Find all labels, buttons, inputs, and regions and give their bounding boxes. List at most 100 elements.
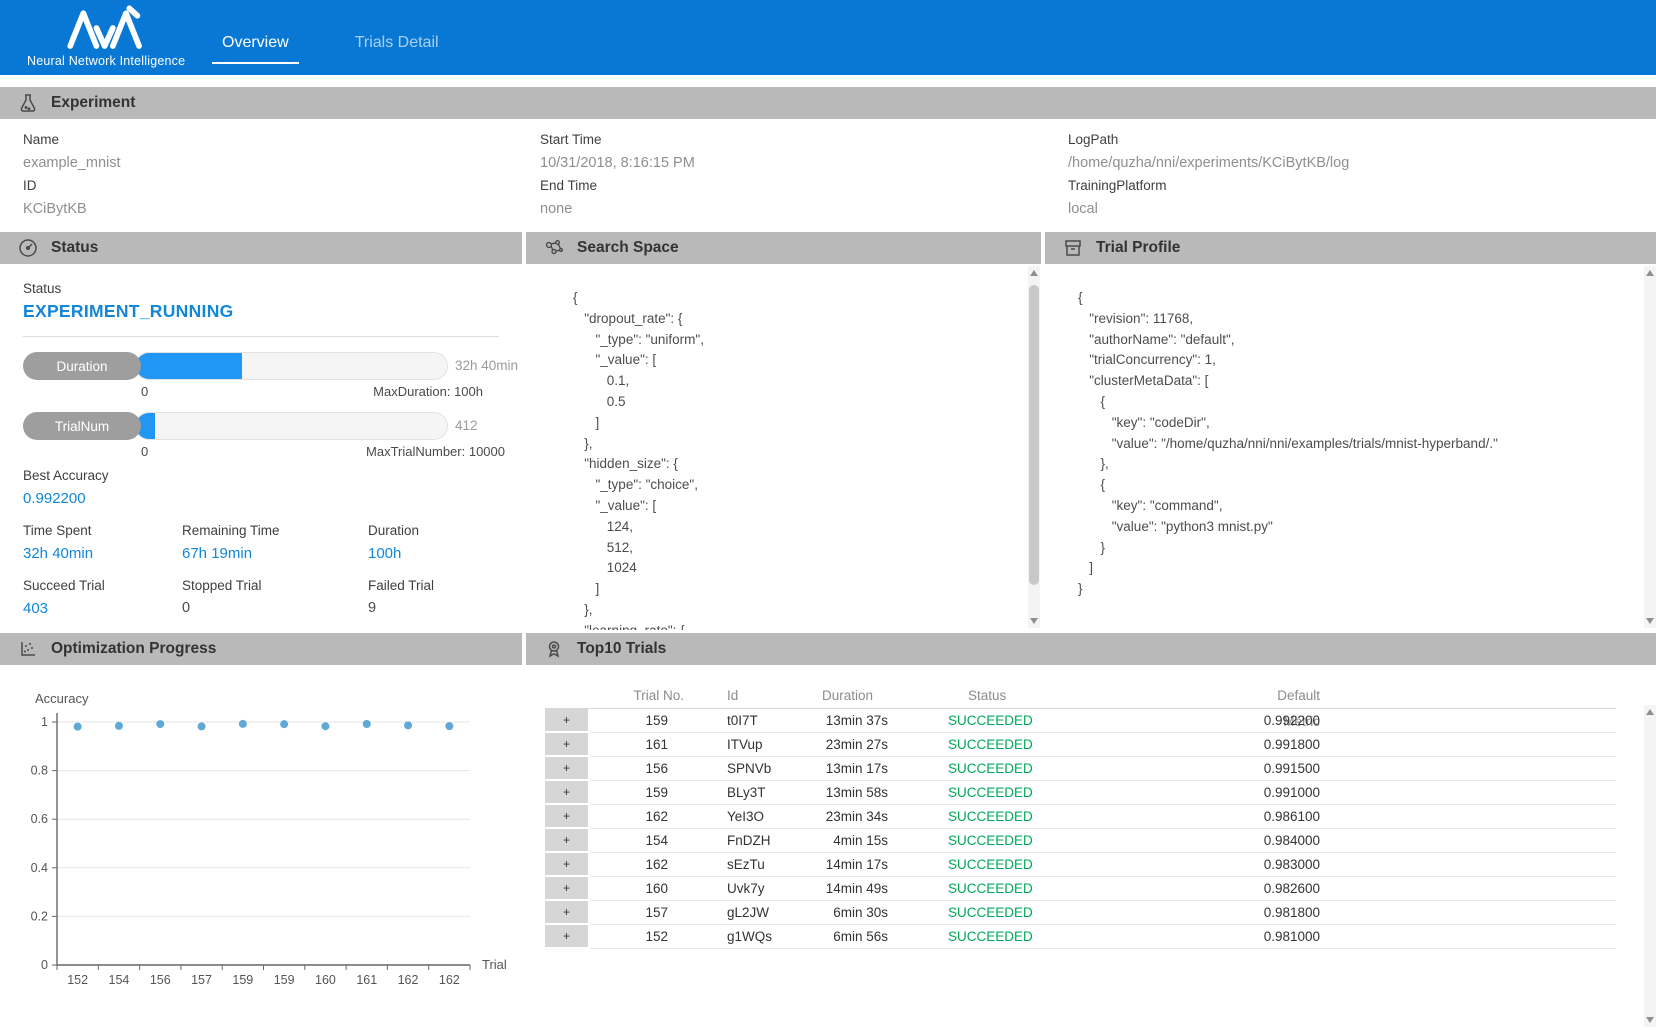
accuracy-scatter-chart: Accuracy00.20.40.60.81152154156157159159… xyxy=(0,665,522,1010)
table-row: +160Uvk7y14min 49sSUCCEEDED0.982600 xyxy=(545,877,1616,901)
trial-no-cell: 159 xyxy=(590,781,668,805)
nav-tabs: Overview Trials Detail xyxy=(212,28,449,64)
search-space-section-title: Search Space xyxy=(577,239,679,257)
expand-row-button[interactable]: + xyxy=(545,877,590,901)
duration-bar-max: MaxDuration: 100h xyxy=(283,384,483,399)
stopped-trial-label: Stopped Trial xyxy=(182,578,262,593)
table-row: +152g1WQs6min 56sSUCCEEDED0.981000 xyxy=(545,925,1616,949)
trial-no-cell: 156 xyxy=(590,757,668,781)
default-metric-cell: 0.986100 xyxy=(1248,805,1320,829)
succeed-trial-value: 403 xyxy=(23,600,48,617)
status-cell: SUCCEEDED xyxy=(888,925,1248,949)
best-accuracy-label: Best Accuracy xyxy=(23,468,109,483)
experiment-id-value: KCiBytKB xyxy=(23,201,87,217)
expand-row-button[interactable]: + xyxy=(545,733,590,757)
status-cell: SUCCEEDED xyxy=(888,829,1248,853)
trial-profile-section-header: Trial Profile xyxy=(1045,232,1656,264)
scatter-point xyxy=(321,722,329,730)
trial-profile-scrollbar[interactable] xyxy=(1644,266,1656,628)
trial-id-cell: SPNVb xyxy=(668,757,788,781)
y-tick-label: 0.8 xyxy=(31,764,48,778)
search-space-scrollbar[interactable] xyxy=(1028,266,1040,628)
filler-cell xyxy=(1320,901,1616,925)
trial-id-cell: YeI3O xyxy=(668,805,788,829)
expand-row-button[interactable]: + xyxy=(545,709,590,733)
stopped-trial-value: 0 xyxy=(182,600,190,616)
tab-overview[interactable]: Overview xyxy=(212,28,299,64)
table-row: +162YeI3O23min 34sSUCCEEDED0.986100 xyxy=(545,805,1616,829)
top10-trials-section-title: Top10 Trials xyxy=(577,640,666,658)
time-spent-value: 32h 40min xyxy=(23,545,93,562)
x-axis-title: Trial xyxy=(482,957,507,972)
end-time-value: none xyxy=(540,201,572,217)
expand-row-button[interactable]: + xyxy=(545,829,590,853)
search-space-content: { "dropout_rate": { "_type": "uniform", … xyxy=(526,264,1026,630)
medal-icon xyxy=(544,639,564,659)
trial-no-cell: 157 xyxy=(590,901,668,925)
trialnum-bar-track xyxy=(135,412,448,440)
expand-row-button[interactable]: + xyxy=(545,925,590,949)
filler-cell xyxy=(1320,805,1616,829)
duration-cell: 14min 49s xyxy=(788,877,888,901)
trial-id-cell: Uvk7y xyxy=(668,877,788,901)
y-tick-label: 0.6 xyxy=(31,812,48,826)
scroll-up-arrow-icon[interactable] xyxy=(1028,266,1040,280)
scroll-down-arrow-icon[interactable] xyxy=(1028,614,1040,628)
network-graph-icon xyxy=(544,238,564,258)
expand-row-button[interactable]: + xyxy=(545,757,590,781)
trial-id-cell: ITVup xyxy=(668,733,788,757)
top10-trials-section-header: Top10 Trials xyxy=(526,633,1656,665)
scroll-down-arrow-icon[interactable] xyxy=(1644,1013,1656,1027)
trial-id-cell: g1WQs xyxy=(668,925,788,949)
y-axis-title: Accuracy xyxy=(35,691,89,706)
x-tick-label: 161 xyxy=(356,973,377,987)
filler-cell xyxy=(1320,757,1616,781)
scatter-point xyxy=(445,722,453,730)
trial-id-cell: gL2JW xyxy=(668,901,788,925)
default-metric-cell: 0.981800 xyxy=(1248,901,1320,925)
filler-cell xyxy=(1320,829,1616,853)
expand-row-button[interactable]: + xyxy=(545,853,590,877)
table-row: +154FnDZH4min 15sSUCCEEDED0.984000 xyxy=(545,829,1616,853)
tab-trials-detail[interactable]: Trials Detail xyxy=(345,28,449,64)
y-tick-label: 0 xyxy=(41,958,48,972)
filler-cell xyxy=(1320,853,1616,877)
expand-row-button[interactable]: + xyxy=(545,805,590,829)
top10-scrollbar[interactable] xyxy=(1644,705,1656,1027)
filler-cell xyxy=(1320,877,1616,901)
default-metric-cell: 0.982600 xyxy=(1248,877,1320,901)
nni-overview-page: { "navbar": { "brand": "Neural Network I… xyxy=(0,0,1656,1030)
top-navbar: Neural Network Intelligence Overview Tri… xyxy=(0,0,1656,75)
experiment-name-value: example_mnist xyxy=(23,155,121,171)
default-metric-cell: 0.991800 xyxy=(1248,733,1320,757)
duration-cell: 6min 30s xyxy=(788,901,888,925)
search-space-scroll-thumb[interactable] xyxy=(1029,285,1039,585)
scroll-up-arrow-icon[interactable] xyxy=(1644,266,1656,280)
duration-bar-min: 0 xyxy=(141,384,148,399)
y-tick-label: 0.4 xyxy=(31,861,48,875)
scroll-up-arrow-icon[interactable] xyxy=(1644,705,1656,719)
trial-no-cell: 161 xyxy=(590,733,668,757)
status-label: Status xyxy=(23,281,61,296)
training-platform-value: local xyxy=(1068,201,1098,217)
experiment-id-label: ID xyxy=(23,178,37,193)
trialnum-bar-value: 412 xyxy=(455,412,478,440)
flask-icon xyxy=(18,93,38,113)
succeed-trial-label: Succeed Trial xyxy=(23,578,105,593)
scroll-down-arrow-icon[interactable] xyxy=(1644,614,1656,628)
duration-bar-track xyxy=(135,352,448,380)
expand-row-button[interactable]: + xyxy=(545,781,590,805)
expand-row-button[interactable]: + xyxy=(545,901,590,925)
status-cell: SUCCEEDED xyxy=(888,901,1248,925)
duration-cell: 13min 58s xyxy=(788,781,888,805)
default-metric-cell: 0.981000 xyxy=(1248,925,1320,949)
duration-cell: 14min 17s xyxy=(788,853,888,877)
x-tick-label: 160 xyxy=(315,973,336,987)
failed-trial-value: 9 xyxy=(368,600,376,616)
duration-stat-label: Duration xyxy=(368,523,419,538)
trial-id-cell: FnDZH xyxy=(668,829,788,853)
table-row: +161ITVup23min 27sSUCCEEDED0.991800 xyxy=(545,733,1616,757)
x-tick-label: 162 xyxy=(439,973,460,987)
status-cell: SUCCEEDED xyxy=(888,733,1248,757)
x-tick-label: 157 xyxy=(191,973,212,987)
